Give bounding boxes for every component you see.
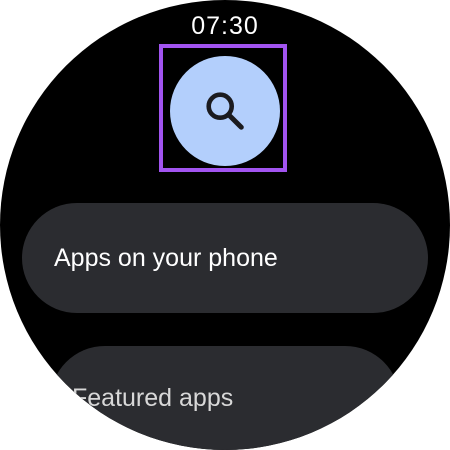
watch-screen: 07:30 Apps on your phone Featured apps xyxy=(0,0,450,450)
search-icon xyxy=(206,92,244,130)
apps-on-phone-item[interactable]: Apps on your phone xyxy=(22,203,428,313)
featured-apps-label: Featured apps xyxy=(72,384,234,412)
apps-on-phone-label: Apps on your phone xyxy=(54,243,278,272)
search-button[interactable] xyxy=(170,56,280,166)
featured-apps-item[interactable]: Featured apps xyxy=(50,346,400,450)
status-time: 07:30 xyxy=(191,12,259,40)
